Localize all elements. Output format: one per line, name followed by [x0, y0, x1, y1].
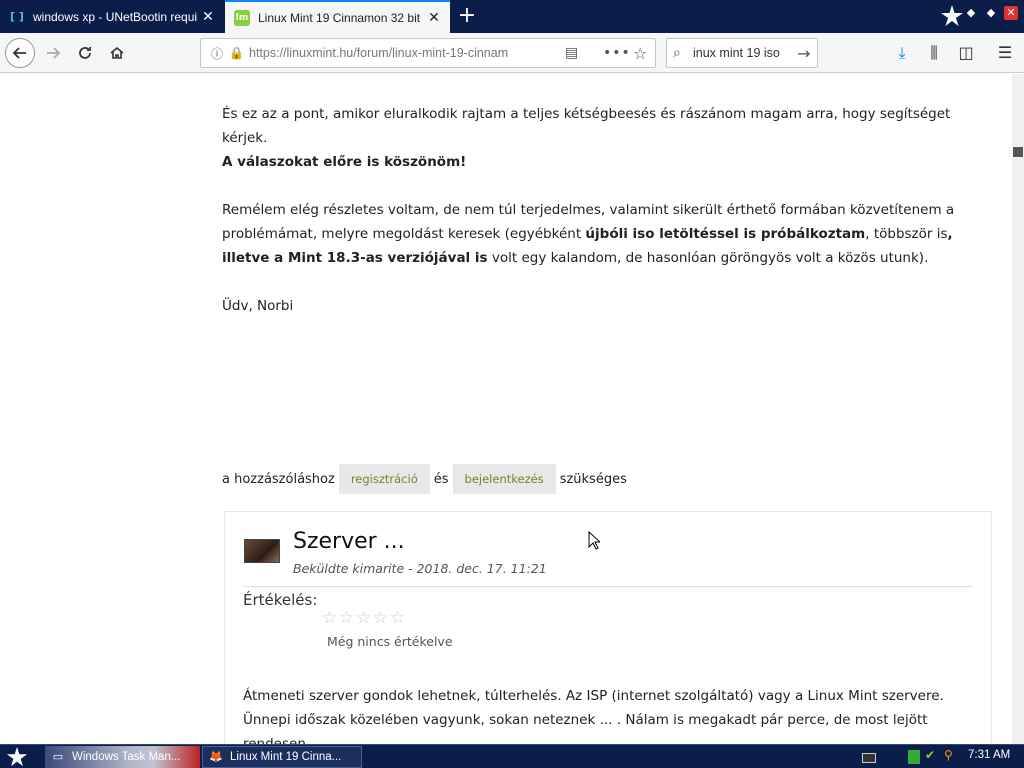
url-bar[interactable]: ⓘ 🔒 https://linuxmint.hu/forum/linux-min… — [200, 38, 656, 68]
login-prompt: a hozzászóláshoz regisztráció és bejelen… — [222, 464, 627, 494]
star-icon[interactable]: ☆ — [321, 609, 338, 627]
url-text[interactable]: https://linuxmint.hu/forum/linux-mint-19… — [249, 46, 524, 60]
bookmark-star-icon[interactable]: ☆ — [633, 44, 647, 63]
keyboard-icon[interactable] — [862, 753, 876, 763]
bold-span: újbóli iso letöltéssel is próbálkoztam — [585, 226, 866, 242]
maximize-icon[interactable]: ◆ — [984, 6, 998, 20]
search-go-icon[interactable]: → — [797, 44, 810, 63]
star-icon[interactable]: ☆ — [389, 609, 406, 627]
rating-label: Értékelés: — [243, 591, 318, 609]
search-bar[interactable]: ⌕ → — [666, 38, 818, 68]
start-menu-icon[interactable] — [6, 746, 28, 768]
monitor-icon: ▭ — [52, 751, 64, 763]
mint-icon: lm — [234, 9, 250, 26]
comment-body: Átmeneti szerver gondok lehetnek, túlter… — [243, 688, 944, 744]
clock[interactable]: 7:31 AM — [968, 749, 1010, 761]
search-tray-icon[interactable]: ⚲ — [944, 748, 953, 766]
nav-toolbar: ⓘ 🔒 https://linuxmint.hu/forum/linux-min… — [0, 33, 1024, 73]
browser-icon: 🦊 — [209, 751, 223, 763]
text-span: volt egy kalandom, de hasonlóan göröngyö… — [487, 250, 929, 266]
scroll-thumb[interactable] — [1013, 147, 1023, 157]
login-link[interactable]: bejelentkezés — [452, 464, 556, 494]
tab-unetbootin[interactable]: [ ] windows xp - UNetBootin requiring ✕ — [0, 0, 224, 33]
sidebar-button[interactable]: ◫ — [954, 41, 978, 65]
post-signature: Üdv, Norbi — [222, 298, 294, 314]
login-and: és — [433, 471, 449, 487]
brackets-icon: [ ] — [10, 10, 24, 23]
comment-meta: Beküldte kimarite - 2018. dec. 17. 11:21 — [293, 561, 547, 576]
home-button[interactable] — [102, 38, 132, 68]
star-icon[interactable]: ☆ — [338, 609, 355, 627]
mint-update-icon[interactable]: ✔ — [925, 748, 935, 766]
login-suffix: szükséges — [559, 471, 627, 487]
comment-title[interactable]: Szerver ... — [293, 529, 405, 554]
taskbar-item-task-manager[interactable]: ▭ Windows Task Man... — [45, 746, 200, 768]
scrollbar[interactable] — [1012, 74, 1024, 744]
arrow-right-icon — [47, 47, 61, 59]
home-icon — [110, 46, 124, 59]
avatar[interactable] — [244, 539, 280, 563]
window-controls: ◆ ◆ ✕ — [964, 6, 1018, 20]
more-actions-icon[interactable]: ••• — [603, 45, 631, 61]
search-input[interactable] — [693, 46, 793, 60]
taskbar-item-label: Windows Task Man... — [72, 751, 181, 763]
post-thanks: A válaszokat előre is köszönöm! — [222, 154, 467, 170]
page-content: És ez az a pont, amikor eluralkodik rajt… — [0, 74, 1012, 744]
tab-linux-mint[interactable]: lm Linux Mint 19 Cinnamon 32 bit ISO ✕ — [225, 0, 450, 33]
minimize-icon[interactable]: ◆ — [964, 6, 978, 20]
network-icon[interactable] — [908, 750, 920, 764]
taskbar-item-label: Linux Mint 19 Cinna... — [230, 751, 342, 763]
reload-icon — [79, 47, 91, 59]
close-icon[interactable]: ✕ — [198, 9, 218, 25]
search-icon: ⌕ — [673, 45, 681, 61]
rating-stars[interactable]: ☆ ☆ ☆ ☆ ☆ — [321, 609, 406, 627]
login-prefix: a hozzászóláshoz — [222, 471, 335, 487]
new-tab-button[interactable]: + — [454, 3, 480, 29]
taskbar-item-browser[interactable]: 🦊 Linux Mint 19 Cinna... — [202, 746, 362, 768]
arrow-left-icon — [12, 47, 26, 59]
star-icon[interactable]: ☆ — [372, 609, 389, 627]
post-paragraph: És ez az a pont, amikor eluralkodik rajt… — [222, 106, 951, 146]
register-link[interactable]: regisztráció — [338, 464, 430, 494]
menu-button[interactable]: ☰ — [993, 41, 1017, 65]
back-button[interactable] — [5, 38, 35, 68]
post-paragraph: Remélem elég részletes voltam, de nem tú… — [222, 198, 997, 270]
tab-title: windows xp - UNetBootin requiring — [33, 9, 198, 24]
comment-card: Szerver ... Beküldte kimarite - 2018. de… — [224, 511, 992, 744]
reader-view-icon[interactable]: ▤ — [565, 45, 578, 61]
tab-strip: [ ] windows xp - UNetBootin requiring ✕ … — [0, 0, 1024, 33]
star-icon[interactable]: ☆ — [355, 609, 372, 627]
tab-title: Linux Mint 19 Cinnamon 32 bit ISO — [258, 10, 424, 25]
mouse-cursor-icon — [588, 531, 600, 550]
lock-icon[interactable]: 🔒 — [229, 46, 244, 60]
text-span: , többször is — [865, 226, 948, 242]
forward-button[interactable] — [38, 38, 68, 68]
rating-status: Még nincs értékelve — [327, 634, 453, 649]
downloads-button[interactable]: ⤓ — [890, 41, 914, 65]
info-icon[interactable]: ⓘ — [207, 45, 227, 62]
taskbar: ▭ Windows Task Man... 🦊 Linux Mint 19 Ci… — [0, 744, 1024, 768]
reload-button[interactable] — [70, 38, 100, 68]
library-button[interactable]: ⫼ — [922, 41, 946, 65]
divider — [243, 586, 973, 587]
close-icon[interactable]: ✕ — [424, 10, 444, 26]
star-logo-icon — [941, 5, 963, 26]
window-close-icon[interactable]: ✕ — [1004, 6, 1018, 20]
